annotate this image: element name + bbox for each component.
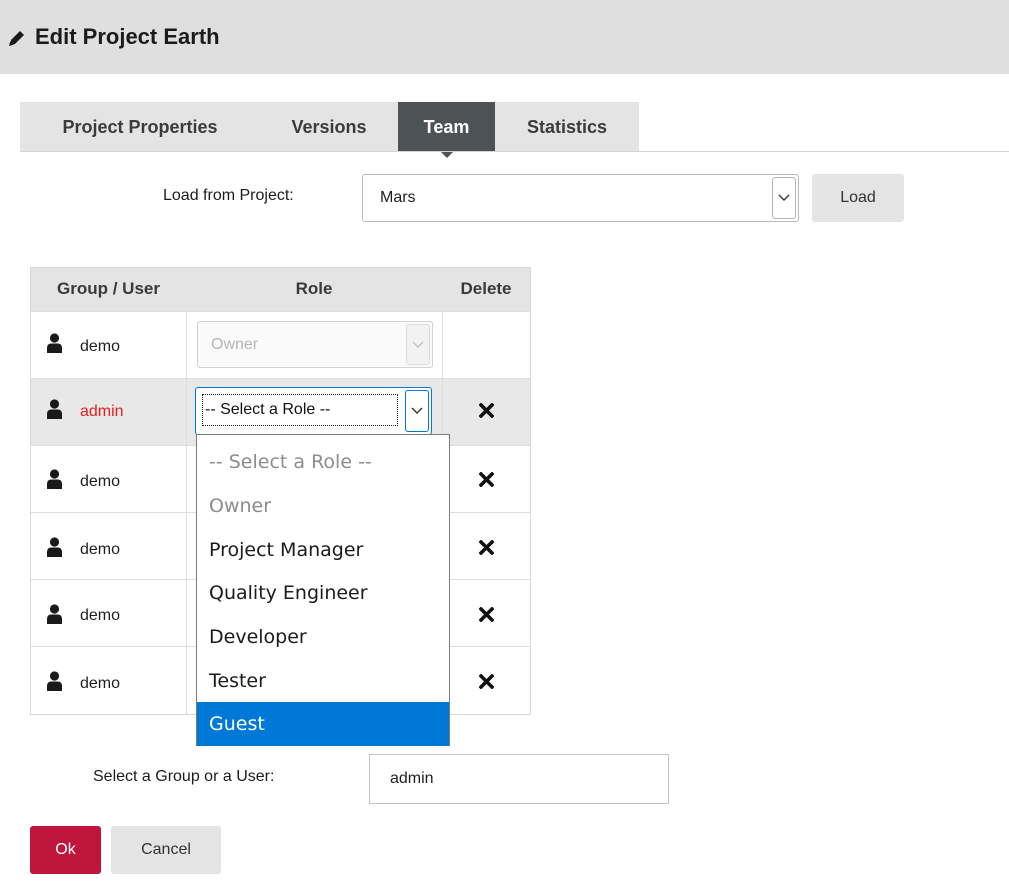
tab-divider [20,151,1009,152]
column-header-delete: Delete [460,279,512,298]
select-group-user-label: Select a Group or a User: [93,768,275,785]
load-project-select[interactable]: Mars [362,174,799,222]
user-icon [47,604,62,624]
pencil-icon [9,31,24,46]
user-name-highlighted: admin [80,403,124,420]
role-option-project-manager[interactable]: Project Manager [197,528,449,572]
delete-icon[interactable] [479,607,494,622]
group-user-input[interactable]: admin [369,754,669,804]
user-name: demo [80,607,121,624]
load-button[interactable]: Load [812,174,904,222]
user-name: demo [80,338,121,355]
role-dropdown-list: -- Select a Role -- Owner Project Manage… [196,434,450,746]
user-icon [47,399,62,419]
user-name: demo [80,473,121,490]
role-select-value: -- Select a Role -- [202,394,398,426]
tab-project-properties[interactable]: Project Properties [20,102,260,151]
column-header-role: Role [295,279,333,298]
role-option-placeholder[interactable]: -- Select a Role -- [197,440,449,484]
role-select-value: Owner [211,336,259,353]
role-option-developer[interactable]: Developer [197,615,449,659]
user-icon [47,671,62,691]
delete-icon[interactable] [479,472,494,487]
delete-icon[interactable] [479,403,494,418]
role-select-active[interactable]: -- Select a Role -- [195,387,432,435]
tab-versions[interactable]: Versions [260,102,398,151]
page-header: Edit Project Earth [0,0,1009,74]
user-name: demo [80,675,121,692]
role-option-owner[interactable]: Owner [197,484,449,528]
chevron-down-icon[interactable] [772,177,796,219]
ok-button[interactable]: Ok [30,826,101,874]
role-option-tester[interactable]: Tester [197,659,449,703]
tab-team[interactable]: Team [398,102,495,158]
page-title: Edit Project Earth [35,24,220,49]
tab-team-label: Team [423,117,470,137]
user-icon [47,469,62,489]
user-icon [47,537,62,557]
column-separator [186,311,187,714]
role-select-disabled: Owner [197,321,433,368]
tab-bar: Project Properties Versions Team Statist… [20,102,639,158]
user-name: demo [80,541,121,558]
chevron-down-icon [406,324,430,365]
cancel-button[interactable]: Cancel [111,826,221,874]
delete-icon[interactable] [479,674,494,689]
role-option-guest[interactable]: Guest [197,702,449,746]
role-option-quality-engineer[interactable]: Quality Engineer [197,571,449,615]
user-icon [47,333,62,353]
load-project-value: Mars [380,189,416,206]
column-header-group-user: Group / User [57,279,160,298]
tab-statistics[interactable]: Statistics [495,102,639,151]
delete-icon[interactable] [479,540,494,555]
chevron-down-icon[interactable] [405,390,429,432]
load-from-project-label: Load from Project: [163,187,294,204]
